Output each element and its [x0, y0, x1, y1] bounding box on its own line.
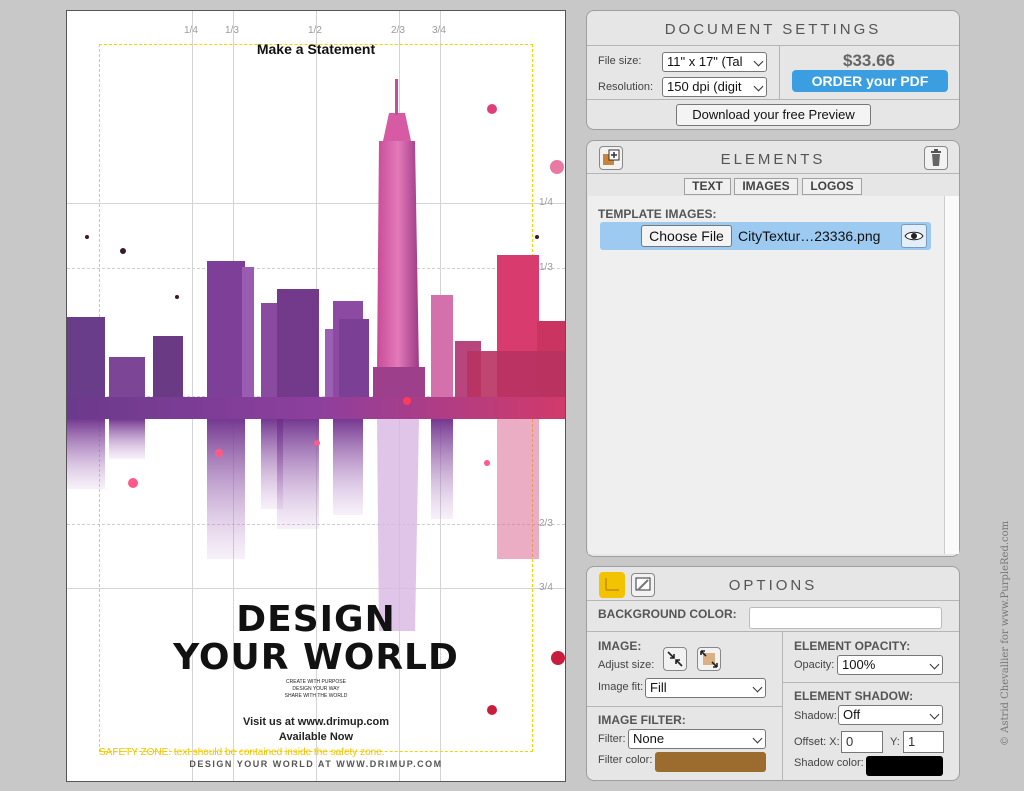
file-name: CityTextur…23336.png	[738, 228, 881, 244]
scrollbar[interactable]	[944, 196, 959, 554]
safety-zone-note: SAFETY ZONE: text should be contained in…	[99, 747, 385, 758]
choose-file-button[interactable]: Choose File	[641, 225, 732, 247]
guide-label: 1/4	[184, 25, 198, 36]
poster-tagline[interactable]: CREATE WITH PURPOSE	[67, 679, 565, 685]
expand-icon[interactable]	[697, 647, 721, 671]
shadow-color-swatch[interactable]	[866, 756, 943, 776]
chevron-down-icon	[929, 659, 940, 670]
offset-y-label: Y:	[890, 736, 900, 748]
image-fit-label: Image fit:	[598, 681, 644, 693]
file-size-select[interactable]: 11" x 17" (Tal	[662, 52, 767, 72]
divider	[587, 99, 959, 100]
divider	[587, 600, 959, 601]
document-settings-panel: DOCUMENT SETTINGS File size: 11" x 17" (…	[586, 10, 960, 130]
offset-x-input[interactable]: 0	[841, 731, 883, 753]
opacity-label: Opacity:	[794, 659, 835, 671]
shadow-label: Shadow:	[794, 710, 837, 722]
resolution-select[interactable]: 150 dpi (digit	[662, 77, 767, 97]
design-canvas[interactable]: 1/4 1/3 1/2 2/3 3/4 1/4 1/3 2/3 3/4 Make…	[66, 10, 566, 782]
order-pdf-button[interactable]: ORDER your PDF	[792, 70, 948, 92]
element-shadow-label: ELEMENT SHADOW:	[794, 689, 914, 703]
poster-tagline[interactable]: SHARE WITH THE WORLD	[67, 693, 565, 699]
credit-text: © Astrid Chevallier for www.PurpleRed.co…	[1000, 520, 1011, 746]
chevron-down-icon	[753, 56, 764, 67]
guide-label: 1/3	[225, 25, 239, 36]
element-opacity-label: ELEMENT OPACITY:	[794, 639, 911, 653]
decor-dot	[487, 705, 497, 715]
tab-images[interactable]: IMAGES	[734, 178, 798, 195]
tab-logos[interactable]: LOGOS	[802, 178, 862, 195]
chevron-down-icon	[752, 682, 763, 693]
poster-tagline[interactable]: DESIGN YOUR WAY	[67, 686, 565, 692]
image-label: IMAGE:	[598, 639, 642, 653]
resolution-label: Resolution:	[598, 81, 654, 93]
offset-y-input[interactable]: 1	[903, 731, 944, 753]
price: $33.66	[843, 51, 895, 70]
chevron-down-icon	[929, 709, 940, 720]
download-preview-button[interactable]: Download your free Preview	[676, 104, 871, 126]
trash-icon[interactable]	[924, 146, 948, 170]
background-color-swatch[interactable]	[749, 607, 942, 629]
panel-title: OPTIONS	[728, 577, 818, 594]
divider	[587, 45, 959, 46]
shadow-select[interactable]: Off	[838, 705, 943, 725]
filter-color-swatch[interactable]	[655, 752, 766, 772]
city-skyline-image[interactable]	[67, 71, 565, 631]
guide-label: 2/3	[391, 25, 405, 36]
offset-x-label: Offset: X:	[794, 736, 840, 748]
adjust-size-label: Adjust size:	[598, 659, 655, 671]
shrink-icon[interactable]	[663, 647, 687, 671]
poster-visit-text[interactable]: Visit us at www.drimup.com	[67, 716, 565, 728]
shadow-color-label: Shadow color:	[794, 757, 864, 769]
opacity-select[interactable]: 100%	[837, 655, 943, 675]
divider	[587, 173, 959, 174]
image-fit-select[interactable]: Fill	[645, 678, 766, 698]
panel-title: DOCUMENT SETTINGS	[664, 21, 882, 38]
poster-available-text[interactable]: Available Now	[67, 731, 565, 743]
guide-label: 3/4	[432, 25, 446, 36]
image-filter-label: IMAGE FILTER:	[598, 713, 686, 727]
chevron-down-icon	[752, 733, 763, 744]
background-color-label: BACKGROUND COLOR:	[598, 607, 737, 621]
file-size-label: File size:	[598, 55, 642, 67]
template-images-label: TEMPLATE IMAGES:	[598, 207, 717, 221]
divider	[782, 631, 783, 781]
poster-title-line1[interactable]: DESIGN	[67, 599, 565, 640]
poster-heading[interactable]: Make a Statement	[67, 41, 565, 57]
divider	[587, 706, 782, 707]
guide-label: 1/2	[308, 25, 322, 36]
filter-color-label: Filter color:	[598, 754, 653, 766]
poster-title-line2[interactable]: YOUR WORLD	[67, 637, 565, 678]
divider	[782, 682, 959, 683]
filter-label: Filter:	[598, 733, 626, 745]
panel-title: ELEMENTS	[720, 151, 826, 168]
chevron-down-icon	[753, 81, 764, 92]
options-panel: OPTIONS BACKGROUND COLOR: IMAGE: Adjust …	[586, 566, 960, 781]
divider	[587, 631, 959, 632]
filter-select[interactable]: None	[628, 729, 766, 749]
visibility-eye-icon[interactable]	[901, 224, 927, 248]
tab-text[interactable]: TEXT	[684, 178, 731, 195]
poster-footer-url[interactable]: DESIGN YOUR WORLD AT WWW.DRIMUP.COM	[67, 759, 565, 769]
